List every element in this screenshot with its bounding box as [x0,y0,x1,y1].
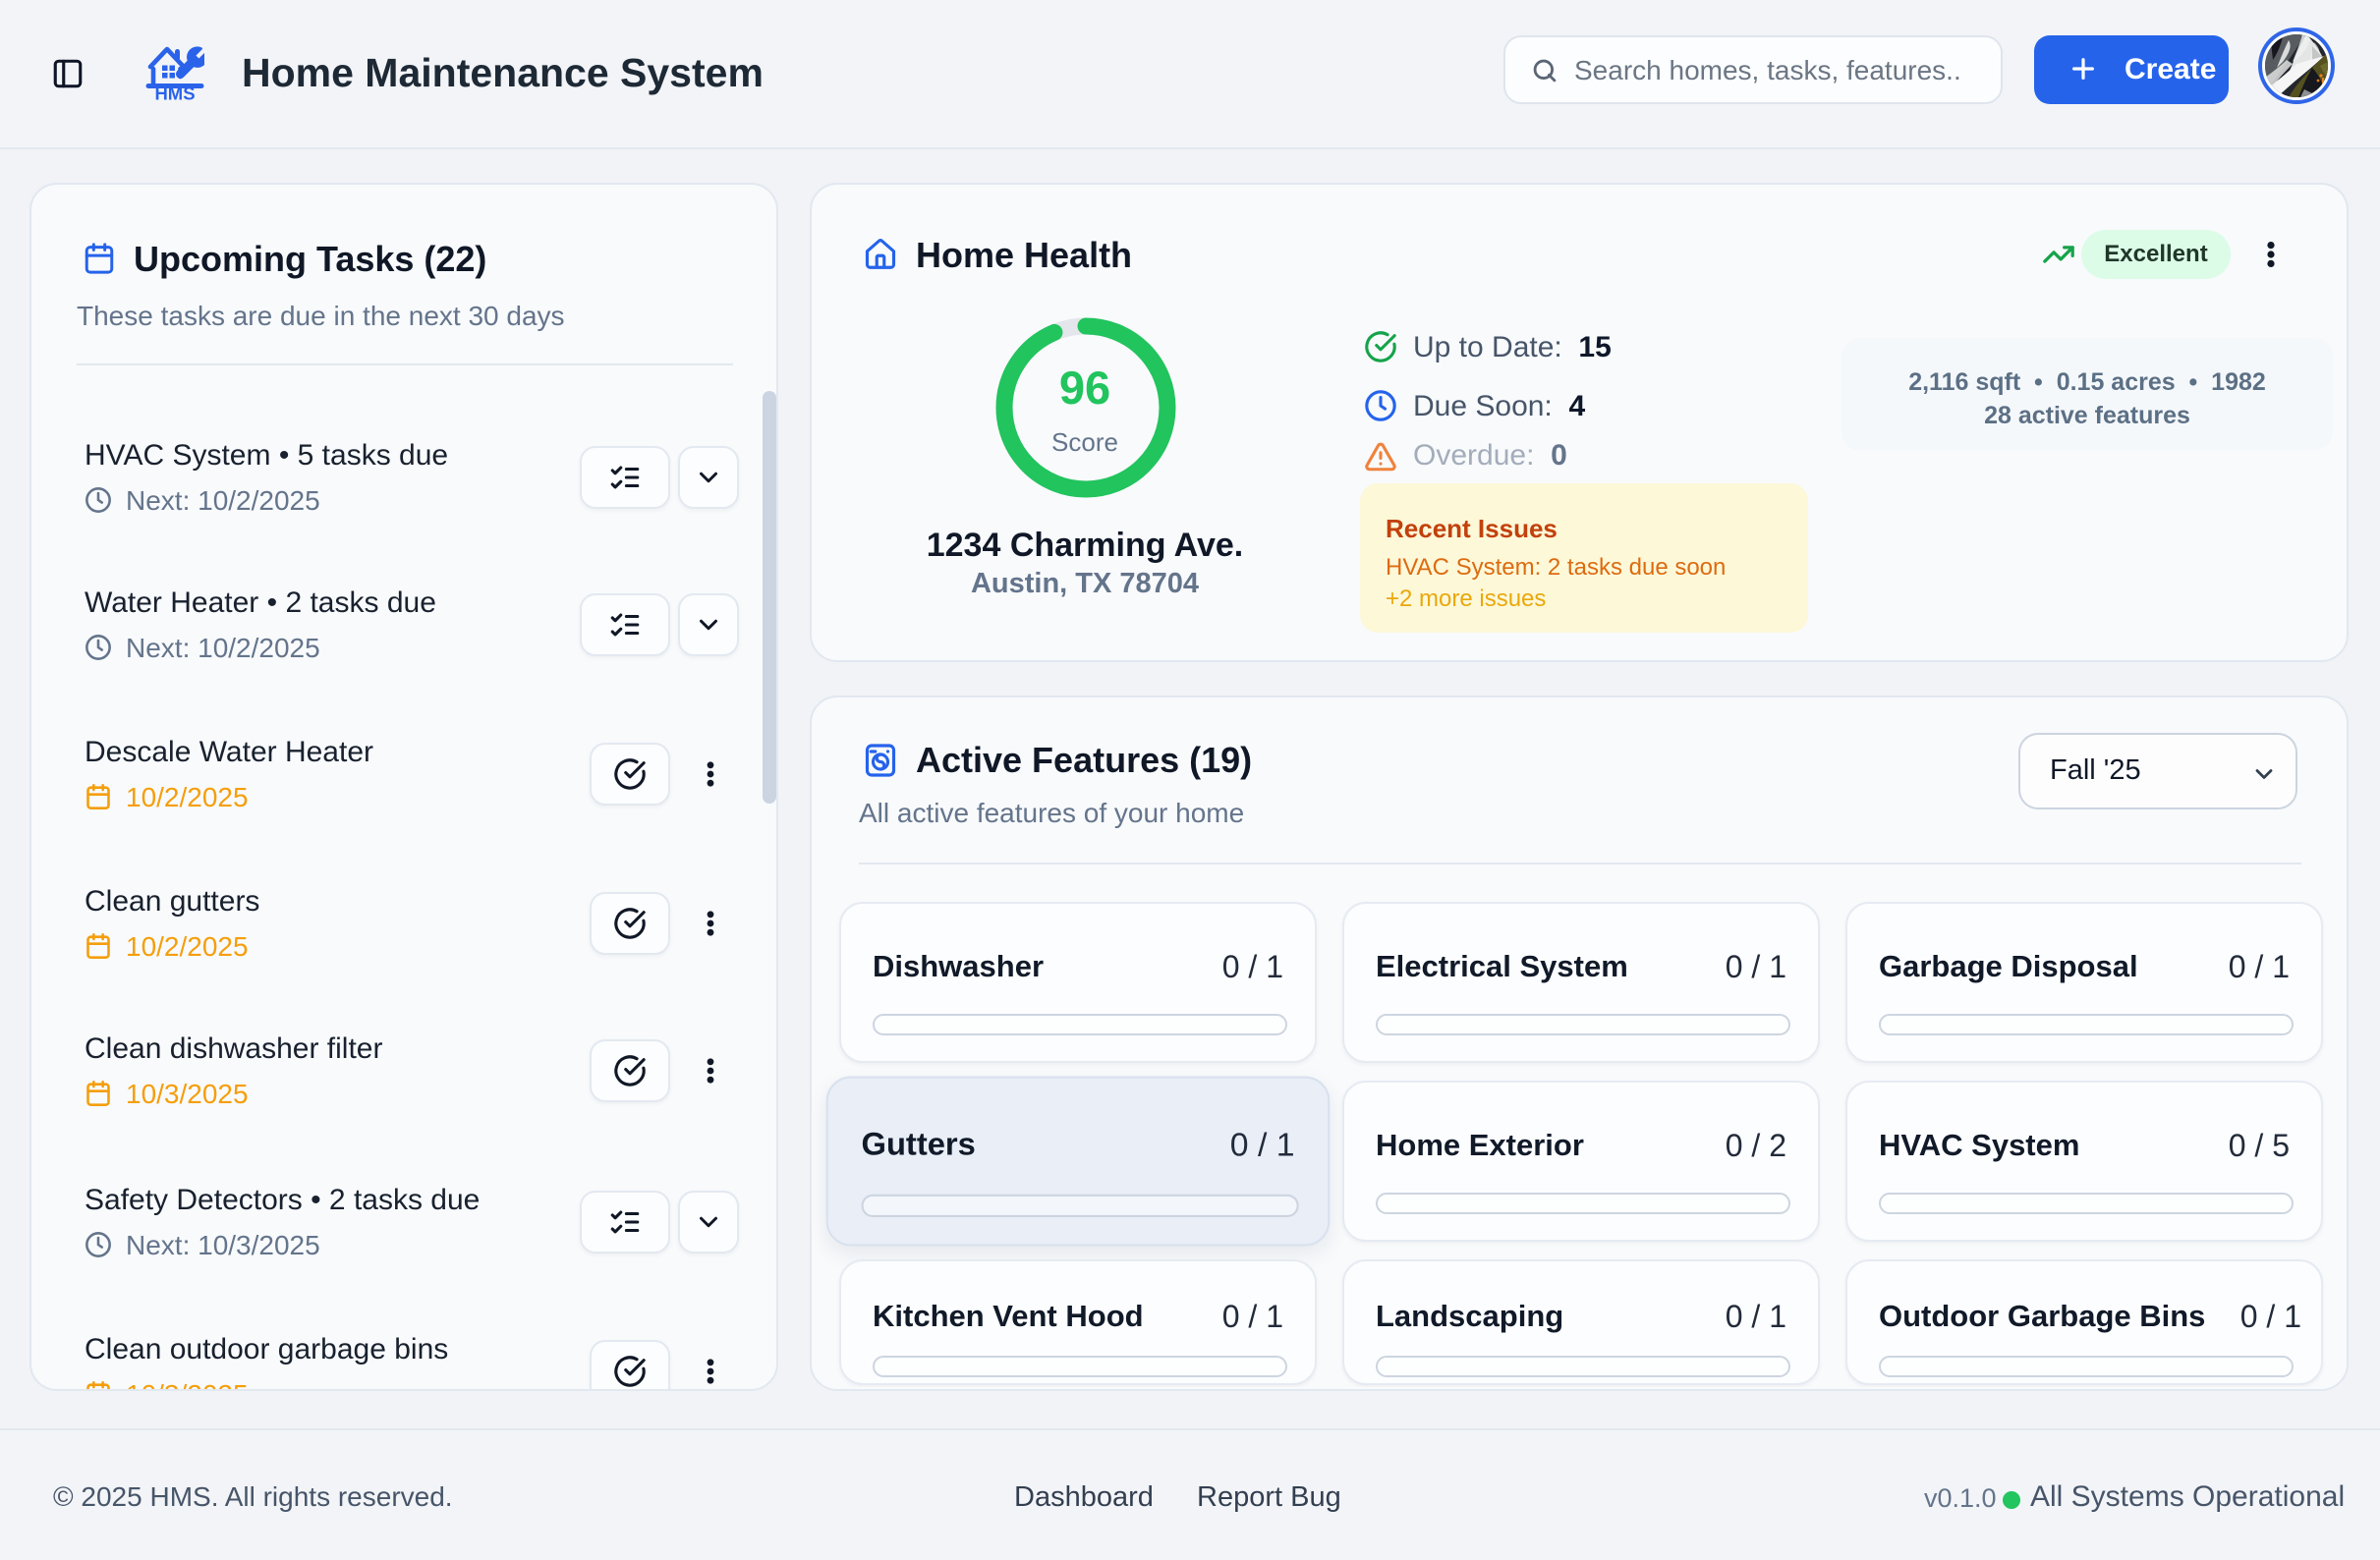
svg-text:HMS: HMS [154,84,195,101]
